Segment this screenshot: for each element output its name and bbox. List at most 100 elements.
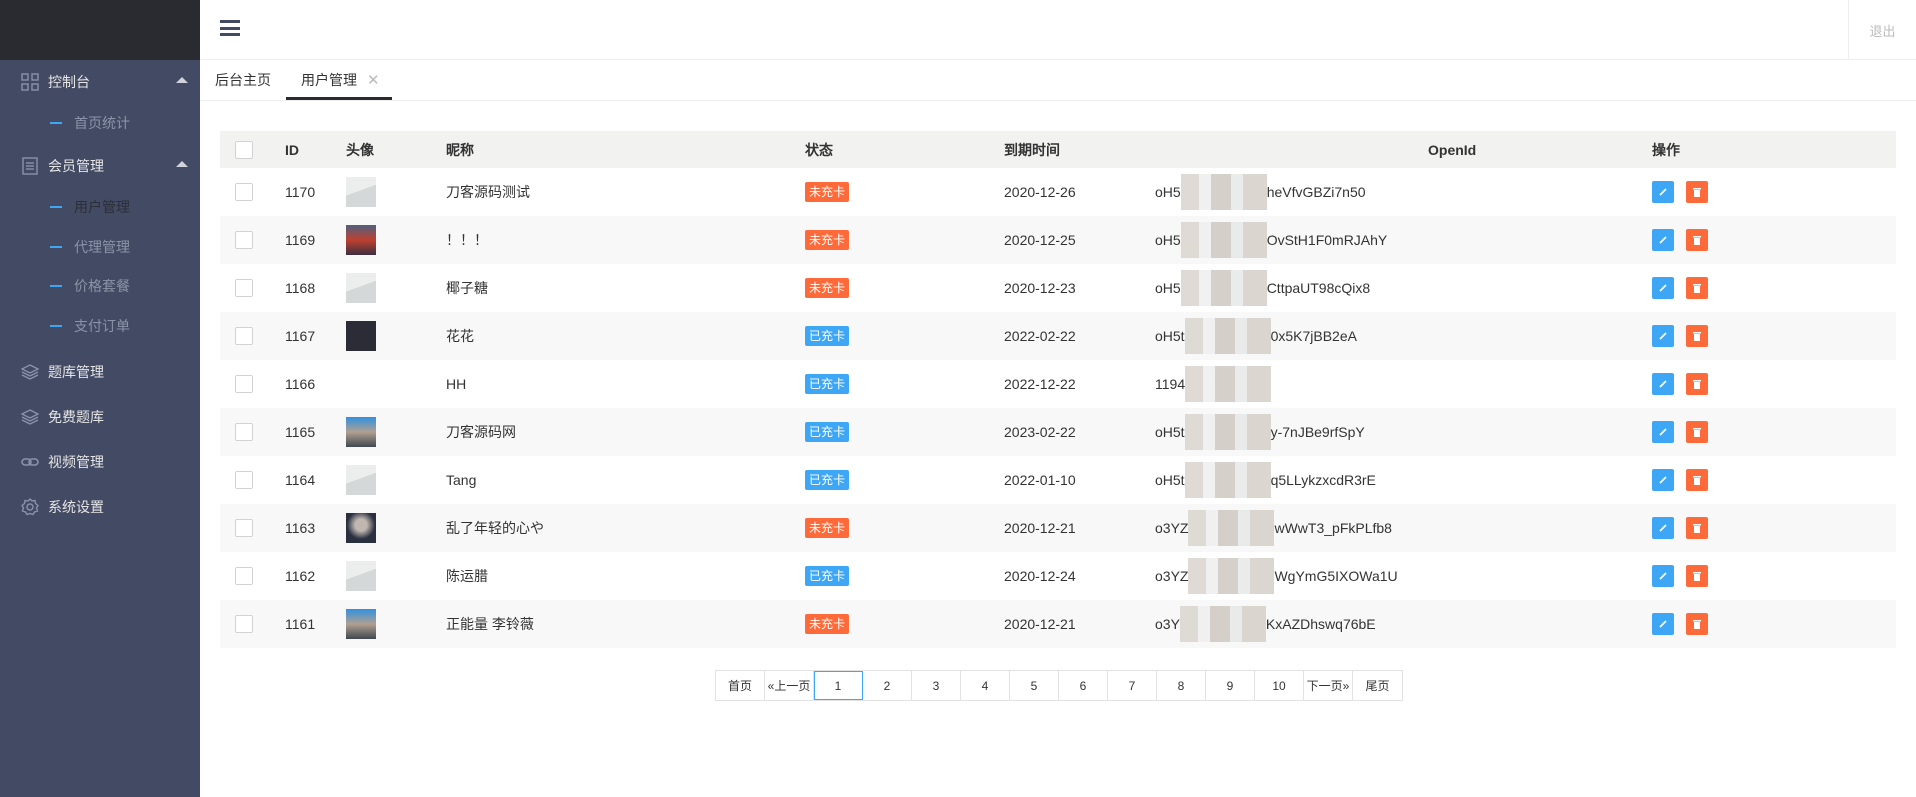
table-row: 1167 花花 已充卡 2022-02-22 oH5t 0x5K7jBB2eA <box>220 312 1896 360</box>
avatar <box>346 609 376 639</box>
pencil-icon <box>1659 380 1667 388</box>
status-badge: 已充卡 <box>805 470 850 490</box>
nav-price-plans[interactable]: 价格套餐 <box>0 268 200 304</box>
nickname: 刀客源码网 <box>446 424 516 440</box>
redaction-mosaic <box>1180 222 1267 258</box>
nav-home-stats[interactable]: 首页统计 <box>0 105 200 141</box>
delete-button[interactable] <box>1686 229 1708 251</box>
dash-icon <box>50 325 62 327</box>
edit-button[interactable] <box>1652 181 1674 203</box>
delete-button[interactable] <box>1686 325 1708 347</box>
page-4-button[interactable]: 4 <box>961 671 1010 700</box>
pencil-icon <box>1659 524 1667 532</box>
delete-button[interactable] <box>1686 373 1708 395</box>
logout-button[interactable]: 退出 <box>1848 0 1916 60</box>
delete-button[interactable] <box>1686 421 1708 443</box>
edit-button[interactable] <box>1652 373 1674 395</box>
tab-home[interactable]: 后台主页 <box>200 60 286 100</box>
row-actions <box>1652 421 1708 443</box>
status-badge: 未充卡 <box>805 230 850 250</box>
nav-question-bank[interactable]: 题库管理 <box>0 352 200 392</box>
row-checkbox[interactable] <box>235 615 253 633</box>
row-actions <box>1652 517 1708 539</box>
expire-date: 2022-12-22 <box>1004 376 1076 392</box>
delete-button[interactable] <box>1686 517 1708 539</box>
nav-video[interactable]: 视频管理 <box>0 442 200 482</box>
user-id: 1166 <box>285 376 316 392</box>
row-checkbox[interactable] <box>235 567 253 585</box>
expire-date: 2020-12-26 <box>1004 184 1076 200</box>
openid: oH5t 0x5K7jBB2eA <box>1155 318 1357 354</box>
avatar <box>346 561 376 591</box>
delete-button[interactable] <box>1686 613 1708 635</box>
edit-button[interactable] <box>1652 469 1674 491</box>
close-icon[interactable]: ✕ <box>367 72 380 89</box>
nav-free-bank[interactable]: 免费题库 <box>0 397 200 437</box>
table-header: ID 头像 昵称 状态 到期时间 OpenId 操作 <box>220 131 1896 168</box>
row-checkbox[interactable] <box>235 279 253 297</box>
nav-pay-orders[interactable]: 支付订单 <box>0 308 200 344</box>
redaction-mosaic <box>1184 462 1271 498</box>
redaction-mosaic <box>1180 174 1267 210</box>
edit-button[interactable] <box>1652 565 1674 587</box>
first-page-button[interactable]: 首页 <box>716 671 765 700</box>
row-actions <box>1652 373 1708 395</box>
page-3-button[interactable]: 3 <box>912 671 961 700</box>
page-2-button[interactable]: 2 <box>863 671 912 700</box>
next-page-button[interactable]: 下一页» <box>1304 671 1353 700</box>
edit-button[interactable] <box>1652 517 1674 539</box>
select-all-checkbox[interactable] <box>235 140 253 159</box>
row-checkbox[interactable] <box>235 471 253 489</box>
link-icon <box>20 452 40 472</box>
page-8-button[interactable]: 8 <box>1157 671 1206 700</box>
user-table: ID 头像 昵称 状态 到期时间 OpenId 操作 1170 刀客源码测试 未充卡… <box>220 131 1896 648</box>
table-row: 1165 刀客源码网 已充卡 2023-02-22 oH5t y-7nJBe9rfSpY <box>220 408 1896 456</box>
nav-user-manage[interactable]: 用户管理 <box>0 189 200 225</box>
row-checkbox[interactable] <box>235 519 253 537</box>
trash-icon <box>1693 523 1701 533</box>
page-9-button[interactable]: 9 <box>1206 671 1255 700</box>
openid: oH5t q5LLykzxcdR3rE <box>1155 462 1376 498</box>
openid-prefix: o3Y <box>1155 616 1180 632</box>
edit-button[interactable] <box>1652 277 1674 299</box>
edit-button[interactable] <box>1652 229 1674 251</box>
user-id: 1169 <box>285 232 316 248</box>
edit-button[interactable] <box>1652 325 1674 347</box>
status-badge: 未充卡 <box>805 182 850 202</box>
row-checkbox[interactable] <box>235 231 253 249</box>
menu-toggle-icon[interactable] <box>220 18 240 38</box>
layers-icon <box>20 407 40 427</box>
nav-label: 首页统计 <box>74 115 130 131</box>
redaction-mosaic <box>1184 414 1271 450</box>
page-5-button[interactable]: 5 <box>1010 671 1059 700</box>
page-6-button[interactable]: 6 <box>1059 671 1108 700</box>
nickname: 陈运腊 <box>446 568 488 584</box>
page-10-button[interactable]: 10 <box>1255 671 1304 700</box>
prev-page-button[interactable]: «上一页 <box>765 671 814 700</box>
dash-icon <box>50 206 62 208</box>
nav-dashboard[interactable]: 控制台 <box>0 62 200 102</box>
trash-icon <box>1693 571 1701 581</box>
nav-label: 控制台 <box>48 74 90 90</box>
trash-icon <box>1693 427 1701 437</box>
nav-member[interactable]: 会员管理 <box>0 146 200 186</box>
edit-button[interactable] <box>1652 421 1674 443</box>
nav-agent-manage[interactable]: 代理管理 <box>0 229 200 265</box>
page-1-button[interactable]: 1 <box>814 671 863 700</box>
last-page-button[interactable]: 尾页 <box>1353 671 1402 700</box>
pencil-icon <box>1659 476 1667 484</box>
row-checkbox[interactable] <box>235 423 253 441</box>
edit-button[interactable] <box>1652 613 1674 635</box>
nav-settings[interactable]: 系统设置 <box>0 487 200 527</box>
page-7-button[interactable]: 7 <box>1108 671 1157 700</box>
delete-button[interactable] <box>1686 277 1708 299</box>
tab-user-manage[interactable]: 用户管理 ✕ <box>286 60 392 100</box>
row-checkbox[interactable] <box>235 375 253 393</box>
row-checkbox[interactable] <box>235 183 253 201</box>
delete-button[interactable] <box>1686 565 1708 587</box>
delete-button[interactable] <box>1686 469 1708 491</box>
delete-button[interactable] <box>1686 181 1708 203</box>
openid-suffix: heVfvGBZi7n50 <box>1266 184 1366 200</box>
openid-prefix: oH5t <box>1155 328 1185 344</box>
row-checkbox[interactable] <box>235 327 253 345</box>
